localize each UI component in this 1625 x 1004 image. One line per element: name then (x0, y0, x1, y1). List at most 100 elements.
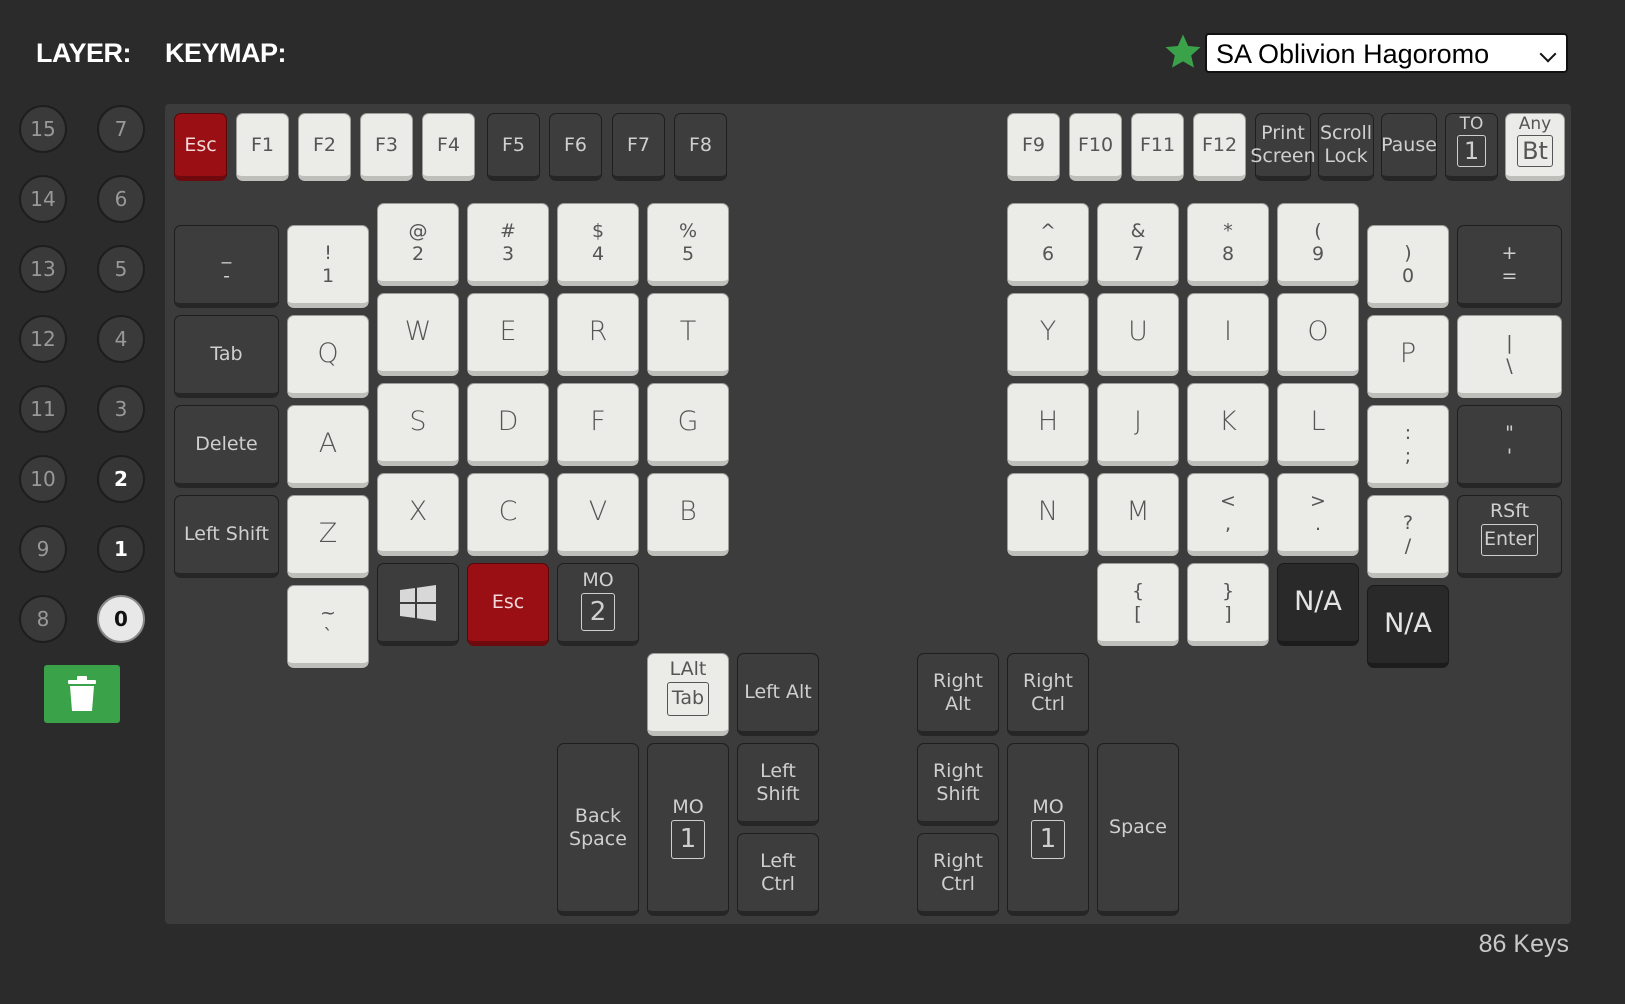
key-f7[interactable]: F7 (612, 113, 665, 181)
layer-button-9[interactable]: 9 (19, 525, 67, 573)
key-2[interactable]: @2 (377, 203, 459, 286)
key-tab[interactable]: Tab (174, 315, 279, 398)
key-comma[interactable]: <, (1187, 473, 1269, 556)
key-o[interactable]: O (1277, 293, 1359, 376)
delete-layer-button[interactable] (44, 665, 120, 723)
key-mo-1-right[interactable]: MO 1 (1007, 743, 1089, 916)
layer-button-5[interactable]: 5 (97, 245, 145, 293)
key-y[interactable]: Y (1007, 293, 1089, 376)
key-na-1[interactable]: N/A (1277, 563, 1359, 646)
key-s[interactable]: S (377, 383, 459, 466)
key-5[interactable]: % 5 (647, 203, 729, 286)
layer-button-12[interactable]: 12 (19, 315, 67, 363)
key-right-shift-thumb[interactable]: Right Shift (917, 743, 999, 826)
key-any[interactable]: Any Bt (1505, 113, 1565, 181)
key-f2[interactable]: F2 (298, 113, 351, 181)
key-backslash[interactable]: | \ (1457, 315, 1562, 398)
key-4[interactable]: $4 (557, 203, 639, 286)
key-equals[interactable]: + = (1457, 225, 1562, 308)
key-left-alt[interactable]: Left Alt (737, 653, 819, 736)
layer-button-6[interactable]: 6 (97, 175, 145, 223)
key-pause[interactable]: Pause (1381, 113, 1437, 181)
key-slash[interactable]: ? / (1367, 495, 1449, 578)
layer-button-13[interactable]: 13 (19, 245, 67, 293)
key-windows[interactable] (377, 563, 459, 646)
key-semicolon[interactable]: :; (1367, 405, 1449, 488)
key-f1[interactable]: F1 (236, 113, 289, 181)
key-f9[interactable]: F9 (1007, 113, 1060, 181)
key-f5[interactable]: F5 (487, 113, 540, 181)
key-a[interactable]: A (287, 405, 369, 488)
key-6[interactable]: ^ 6 (1007, 203, 1089, 286)
layer-button-14[interactable]: 14 (19, 175, 67, 223)
layer-button-15[interactable]: 15 (19, 105, 67, 153)
layer-button-8[interactable]: 8 (19, 595, 67, 643)
layer-button-2[interactable]: 2 (97, 455, 145, 503)
key-space[interactable]: Space (1097, 743, 1179, 916)
favorite-star-icon[interactable] (1163, 32, 1203, 72)
key-f11[interactable]: F11 (1131, 113, 1184, 181)
key-mo-2[interactable]: MO 2 (557, 563, 639, 646)
key-right-alt[interactable]: Right Alt (917, 653, 999, 736)
key-na-2[interactable]: N/A (1367, 585, 1449, 668)
key-right-ctrl-top[interactable]: Right Ctrl (1007, 653, 1089, 736)
keyset-select[interactable]: SA Oblivion Hagoromo (1205, 33, 1568, 73)
key-z[interactable]: Z (287, 495, 369, 578)
key-8[interactable]: * 8 (1187, 203, 1269, 286)
key-left-shift[interactable]: Left Shift (174, 495, 279, 578)
key-f6[interactable]: F6 (549, 113, 602, 181)
key-print-screen[interactable]: Print Screen (1250, 113, 1316, 181)
key-right-bracket[interactable]: }] (1187, 563, 1269, 646)
key-0[interactable]: ) 0 (1367, 225, 1449, 308)
key-mo-1-left[interactable]: MO 1 (647, 743, 729, 916)
key-esc[interactable]: Esc (174, 113, 227, 181)
key-m[interactable]: M (1097, 473, 1179, 556)
key-left-ctrl[interactable]: Left Ctrl (737, 833, 819, 916)
key-grave[interactable]: ~ ` (287, 585, 369, 668)
key-h[interactable]: H (1007, 383, 1089, 466)
key-lalt-tab[interactable]: LAlt Tab (647, 653, 729, 736)
key-f8[interactable]: F8 (674, 113, 727, 181)
key-t[interactable]: T (647, 293, 729, 376)
layer-button-1[interactable]: 1 (97, 525, 145, 573)
key-d[interactable]: D (467, 383, 549, 466)
key-esc-bottom[interactable]: Esc (467, 563, 549, 646)
key-f4[interactable]: F4 (422, 113, 475, 181)
key-1[interactable]: ! 1 (287, 225, 369, 308)
key-f10[interactable]: F10 (1069, 113, 1122, 181)
key-left-bracket[interactable]: {[ (1097, 563, 1179, 646)
key-u[interactable]: U (1097, 293, 1179, 376)
key-l[interactable]: L (1277, 383, 1359, 466)
key-f[interactable]: F (557, 383, 639, 466)
key-p[interactable]: P (1367, 315, 1449, 398)
key-j[interactable]: J (1097, 383, 1179, 466)
key-7[interactable]: & 7 (1097, 203, 1179, 286)
key-g[interactable]: G (647, 383, 729, 466)
key-e[interactable]: E (467, 293, 549, 376)
key-c[interactable]: C (467, 473, 549, 556)
key-period[interactable]: >. (1277, 473, 1359, 556)
layer-button-4[interactable]: 4 (97, 315, 145, 363)
key-r[interactable]: R (557, 293, 639, 376)
key-left-shift-thumb[interactable]: Left Shift (737, 743, 819, 826)
key-q[interactable]: Q (287, 315, 369, 398)
key-i[interactable]: I (1187, 293, 1269, 376)
key-delete[interactable]: Delete (174, 405, 279, 488)
key-x[interactable]: X (377, 473, 459, 556)
layer-button-10[interactable]: 10 (19, 455, 67, 503)
key-to-layer-1[interactable]: TO 1 (1445, 113, 1498, 181)
key-f12[interactable]: F12 (1193, 113, 1246, 181)
key-w[interactable]: W (377, 293, 459, 376)
key-k[interactable]: K (1187, 383, 1269, 466)
key-scroll-lock[interactable]: Scroll Lock (1318, 113, 1374, 181)
key-n[interactable]: N (1007, 473, 1089, 556)
key-3[interactable]: #3 (467, 203, 549, 286)
layer-button-0[interactable]: 0 (97, 595, 145, 643)
key-9[interactable]: (9 (1277, 203, 1359, 286)
layer-button-11[interactable]: 11 (19, 385, 67, 433)
key-backspace[interactable]: Back Space (557, 743, 639, 916)
key-rshift-enter[interactable]: RSft Enter (1457, 495, 1562, 578)
key-v[interactable]: V (557, 473, 639, 556)
key-minus[interactable]: _ - (174, 225, 279, 308)
layer-button-3[interactable]: 3 (97, 385, 145, 433)
